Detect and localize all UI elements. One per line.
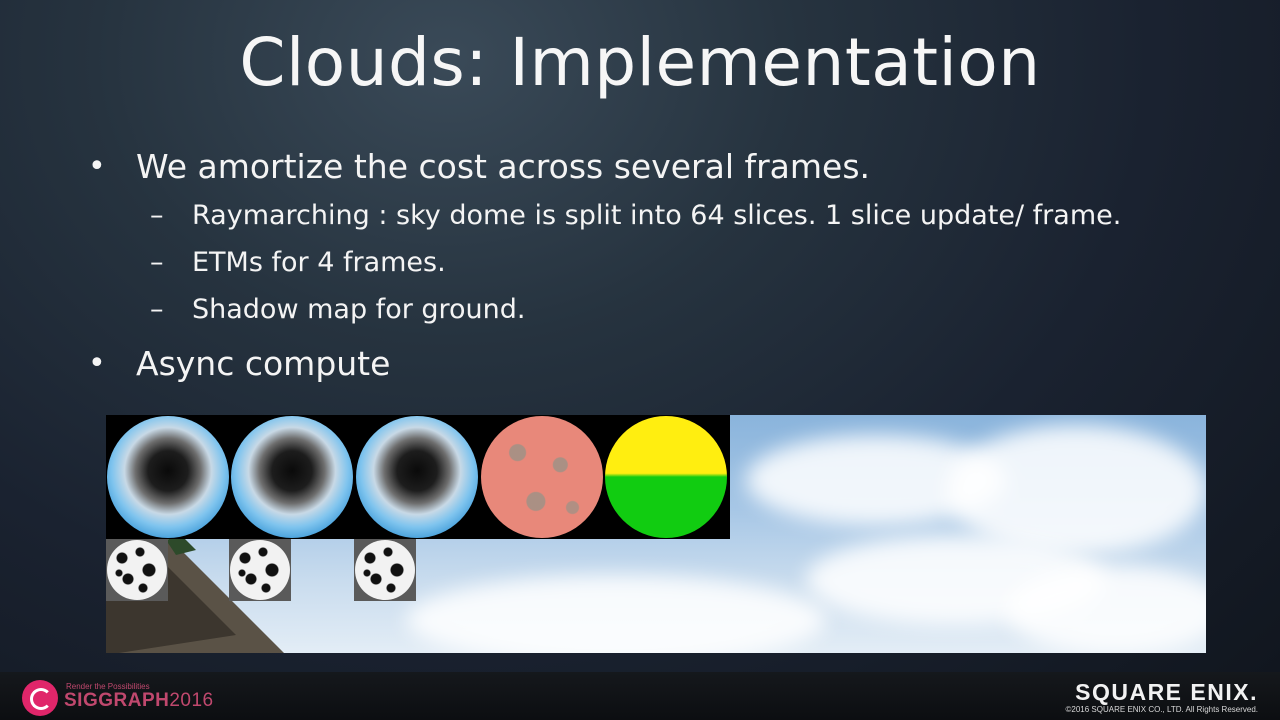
sub-bullet-text: Shadow map for ground. bbox=[192, 294, 526, 325]
noise-tile bbox=[229, 539, 291, 601]
bullet-item: • Async compute bbox=[88, 339, 1208, 389]
noise-tile bbox=[354, 539, 416, 601]
siggraph-logo-icon bbox=[22, 680, 58, 716]
bullet-text: Async compute bbox=[136, 344, 391, 383]
dash-icon: – bbox=[150, 200, 164, 231]
sub-bullet-item: – Shadow map for ground. bbox=[88, 286, 1208, 333]
sub-bullet-item: – Raymarching : sky dome is split into 6… bbox=[88, 192, 1208, 239]
sub-bullet-text: ETMs for 4 frames. bbox=[192, 247, 446, 278]
bullet-item: • We amortize the cost across several fr… bbox=[88, 142, 1208, 192]
bullet-dot-icon: • bbox=[88, 149, 106, 184]
slide-title: Clouds: Implementation bbox=[239, 24, 1041, 101]
square-enix-logo: SQUARE ENIX. bbox=[1075, 679, 1258, 705]
copyright-text: ©2016 SQUARE ENIX CO., LTD. All Rights R… bbox=[1065, 705, 1258, 714]
bullet-list: • We amortize the cost across several fr… bbox=[88, 142, 1208, 389]
noise-tile bbox=[106, 539, 168, 601]
cloud-render-figure bbox=[106, 415, 1206, 653]
dash-icon: – bbox=[150, 294, 164, 325]
bullet-text: We amortize the cost across several fram… bbox=[136, 147, 871, 186]
shadow-map-sphere bbox=[605, 416, 727, 538]
dash-icon: – bbox=[150, 247, 164, 278]
cloud-slice-sphere bbox=[107, 416, 229, 538]
sub-bullet-text: Raymarching : sky dome is split into 64 … bbox=[192, 200, 1122, 231]
etm-sphere bbox=[481, 416, 603, 538]
cloud-slice-sphere bbox=[356, 416, 478, 538]
sub-bullet-item: – ETMs for 4 frames. bbox=[88, 239, 1208, 286]
cloud-slice-sphere bbox=[231, 416, 353, 538]
bullet-dot-icon: • bbox=[88, 346, 106, 381]
siggraph-name: SIGGRAPH2016 bbox=[64, 690, 214, 711]
